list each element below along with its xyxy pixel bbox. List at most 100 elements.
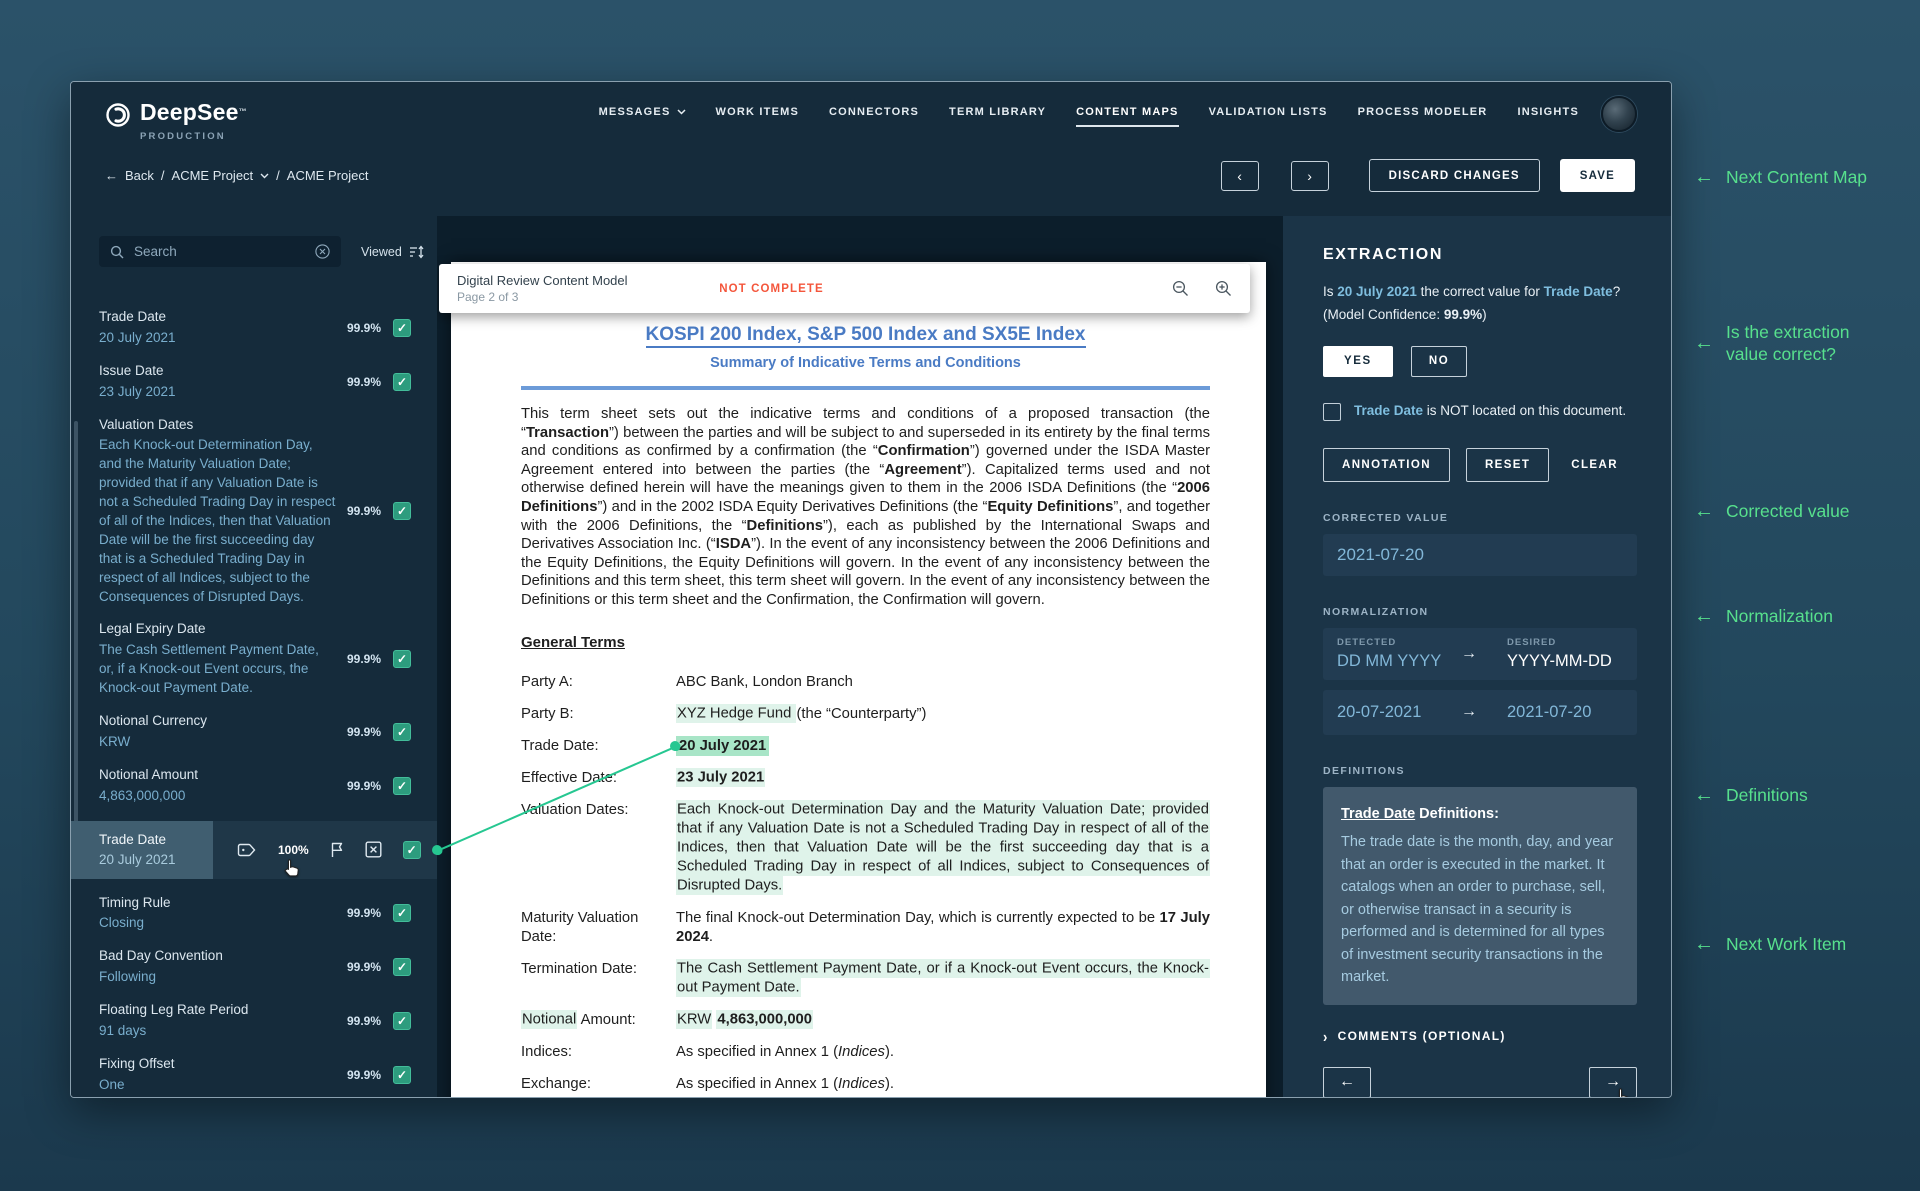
nav-item-label: VALIDATION LISTS — [1208, 106, 1328, 118]
nav-item[interactable]: WORK ITEMS — [716, 106, 800, 127]
approved-checkbox[interactable]: ✓ — [393, 722, 411, 741]
term-list-item[interactable]: Valuation Dates Each Knock-out Determina… — [71, 409, 437, 614]
approved-checkbox[interactable]: ✓ — [393, 904, 411, 923]
term-text: Valuation Dates Each Knock-out Determina… — [99, 416, 337, 607]
term-list-item[interactable]: Trade Date 20 July 2021 99.9% ✓ — [71, 301, 437, 355]
content-model-name: Digital Review Content Model — [457, 272, 628, 288]
term-list-item-selected[interactable]: Trade Date 20 July 2021 100% ✓ — [71, 820, 442, 879]
term-row-value[interactable]: ABC Bank, London Branch — [676, 673, 1210, 692]
approved-checkbox[interactable]: ✓ — [393, 650, 411, 669]
search-input[interactable] — [132, 243, 307, 260]
term-text: Notional Currency KRW — [99, 712, 337, 752]
term-row-value[interactable]: KRW 4,863,000,000 — [676, 1010, 1210, 1030]
zoom-in-icon[interactable] — [1215, 280, 1232, 297]
desired-label: DESIRED — [1507, 636, 1557, 648]
sort-icon[interactable] — [409, 244, 425, 259]
discard-changes-button[interactable]: DISCARD CHANGES — [1368, 159, 1540, 192]
document-intro-paragraph: This term sheet sets out the indicative … — [521, 406, 1211, 608]
approved-checkbox[interactable]: ✓ — [393, 1065, 411, 1084]
term-row-value[interactable]: The final Knock-out Determination Day, w… — [676, 909, 1210, 947]
term-text: Bad Day Convention Following — [99, 947, 337, 987]
term-list-item[interactable]: Bad Day Convention Following 99.9% ✓ — [71, 940, 437, 994]
clear-search-icon[interactable] — [315, 244, 330, 259]
term-title: Legal Expiry Date — [99, 621, 206, 637]
zoom-out-icon[interactable] — [1172, 280, 1189, 297]
term-list-item[interactable]: Notional Amount 4,863,000,000 99.9% ✓ — [71, 759, 437, 813]
extraction-anchor-dot — [670, 740, 680, 751]
arrow-right-icon: → — [1461, 644, 1477, 662]
breadcrumb-back[interactable]: Back — [125, 168, 154, 183]
nav-item[interactable]: CONTENT MAPS — [1076, 106, 1179, 127]
search-box[interactable] — [99, 236, 341, 267]
approved-checkbox[interactable]: ✓ — [393, 958, 411, 977]
environment-label: PRODUCTION — [140, 131, 226, 142]
not-located-row: Trade Date is NOT located on this docume… — [1323, 402, 1637, 421]
next-content-map-button[interactable]: › — [1290, 160, 1329, 191]
term-row-value[interactable]: 20 July 2021 — [670, 735, 1210, 756]
nav-item[interactable]: CONNECTORS — [829, 106, 919, 127]
term-title: Trade Date — [99, 831, 167, 847]
tag-icon[interactable] — [237, 842, 257, 858]
term-list-item[interactable]: Legal Expiry Date The Cash Settlement Pa… — [71, 613, 437, 705]
approved-checkbox[interactable]: ✓ — [393, 502, 411, 521]
approved-checkbox[interactable]: ✓ — [393, 372, 411, 391]
term-row-label: Effective Date: — [521, 769, 617, 786]
term-list-item[interactable]: Issue Date 23 July 2021 99.9% ✓ — [71, 355, 437, 409]
approved-checkbox[interactable]: ✓ — [393, 318, 411, 337]
term-row-label: Party B: — [521, 705, 574, 722]
term-row-value[interactable]: The Cash Settlement Payment Date, or if … — [676, 959, 1210, 998]
term-navigation: ← → Next term — [1323, 1066, 1637, 1097]
corrected-value-label: CORRECTED VALUE — [1323, 511, 1449, 524]
normalization-format-box: DETECTED DD MM YYYY → DESIRED YYYY-MM-DD — [1323, 627, 1637, 680]
comments-toggle[interactable]: › COMMENTS (OPTIONAL) — [1323, 1027, 1637, 1045]
viewed-filter[interactable]: Viewed — [361, 245, 425, 259]
nav-item[interactable]: INSIGHTS — [1517, 106, 1579, 127]
term-value: 20 July 2021 — [99, 852, 176, 868]
approved-checkbox[interactable]: ✓ — [393, 776, 411, 795]
chevron-down-icon[interactable] — [260, 173, 269, 179]
zoom-level[interactable]: 100% — [278, 843, 309, 857]
yes-button[interactable]: YES — [1323, 345, 1393, 377]
remove-icon[interactable] — [365, 841, 382, 858]
term-row-value[interactable]: Each Knock-out Determination Day and the… — [676, 800, 1210, 896]
term-row-value[interactable]: As specified in Annex 1 (Indices). — [676, 1043, 1210, 1062]
term-list-item[interactable]: Timing Rule Closing 99.9% ✓ — [71, 887, 437, 941]
term-list-item[interactable]: Notional Currency KRW 99.9% ✓ — [71, 705, 437, 759]
term-list-item[interactable]: Fixing Offset One 99.9% ✓ — [71, 1048, 437, 1097]
nav-item[interactable]: MESSAGES — [599, 106, 686, 127]
viewer-toolbar: Digital Review Content Model Page 2 of 3… — [439, 264, 1250, 313]
term-row-value[interactable]: 23 July 2021 — [676, 768, 1210, 788]
term-row: Valuation Dates: Each Knock-out Determin… — [521, 800, 1210, 896]
flag-icon[interactable] — [330, 842, 344, 858]
approved-checkbox[interactable]: ✓ — [402, 840, 421, 859]
reset-button[interactable]: RESET — [1465, 447, 1550, 482]
confirm-actions: YES NO — [1323, 345, 1637, 377]
page-indicator: Page 2 of 3 — [457, 290, 519, 305]
content-area: Viewed Trade Date 20 July — [71, 216, 1671, 1097]
nav-item[interactable]: PROCESS MODELER — [1358, 106, 1488, 127]
not-located-checkbox[interactable] — [1323, 402, 1341, 421]
term-row-value[interactable]: As specified in Annex 1 (Indices). — [676, 1075, 1210, 1094]
save-button[interactable]: SAVE — [1559, 159, 1635, 192]
term-list-item[interactable]: Floating Leg Rate Period 91 days 99.9% ✓ — [71, 994, 437, 1048]
nav-item[interactable]: VALIDATION LISTS — [1209, 106, 1328, 127]
nav-item-label: MESSAGES — [598, 106, 671, 118]
sidebar-scrollbar[interactable] — [74, 421, 78, 841]
back-arrow-icon[interactable]: ← — [105, 168, 118, 183]
term-row: Effective Date: 23 July 2021 — [521, 768, 1210, 788]
nav-item[interactable]: TERM LIBRARY — [949, 106, 1046, 127]
clear-button[interactable]: CLEAR — [1571, 459, 1618, 471]
term-value: KRW — [99, 733, 131, 749]
breadcrumb-project[interactable]: ACME Project — [172, 168, 254, 183]
corrected-value-input[interactable] — [1323, 533, 1637, 576]
annotation-button[interactable]: ANNOTATION — [1323, 447, 1450, 482]
approved-checkbox[interactable]: ✓ — [393, 1012, 411, 1031]
prev-content-map-button[interactable]: ‹ — [1220, 160, 1259, 191]
model-confidence: (Model Confidence: 99.9%) — [1323, 306, 1487, 322]
user-avatar[interactable] — [1601, 96, 1637, 132]
detected-label: DETECTED — [1337, 636, 1397, 648]
annotation-is-extraction-correct: ← Is the extraction value correct? — [1694, 322, 1850, 365]
previous-term-button[interactable]: ← — [1323, 1066, 1371, 1097]
no-button[interactable]: NO — [1410, 345, 1468, 377]
term-row-value[interactable]: XYZ Hedge Fund (the “Counterparty”) — [676, 704, 1210, 724]
